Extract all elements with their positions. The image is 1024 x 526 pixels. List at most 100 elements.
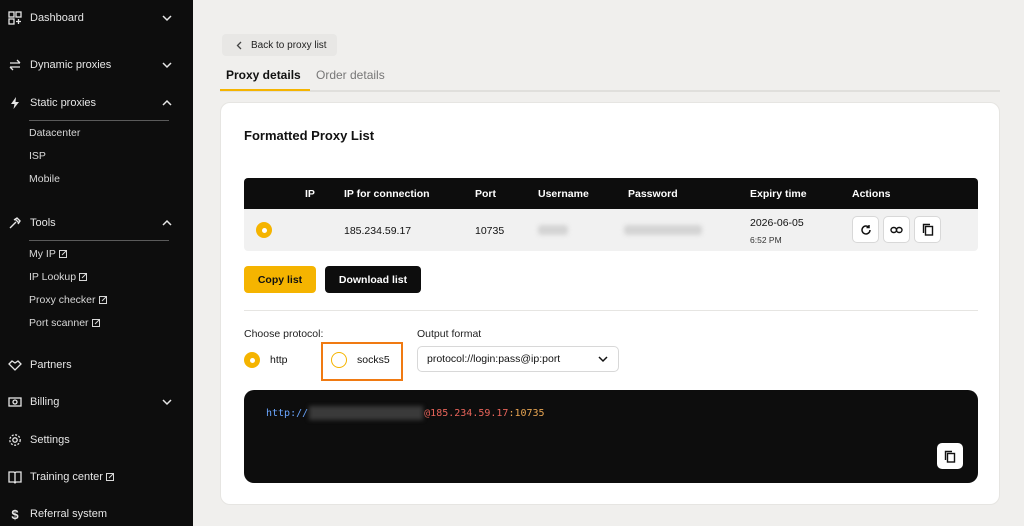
sidebar-item-label: Billing: [30, 396, 60, 408]
column-header: Port: [475, 188, 496, 200]
tabs: Proxy details Order details: [220, 62, 1000, 92]
download-list-button[interactable]: Download list: [325, 266, 421, 293]
active-tab-indicator: [220, 89, 310, 91]
sidebar-item-billing[interactable]: Billing: [0, 390, 193, 414]
gear-icon: [7, 432, 23, 448]
sidebar-item-training-center[interactable]: Training center: [0, 465, 193, 489]
hammer-icon: [7, 215, 23, 231]
refresh-icon: [860, 224, 871, 235]
sidebar-sub-ip-lookup[interactable]: IP Lookup: [29, 268, 88, 286]
column-header: Password: [628, 188, 678, 200]
chevron-up-icon: [162, 99, 172, 106]
chevron-up-icon: [162, 219, 172, 226]
column-header: Username: [538, 188, 589, 200]
protocol-label: Choose protocol:: [244, 328, 324, 340]
protocol-socks5-radio[interactable]: socks5: [331, 352, 390, 368]
back-to-proxy-list-button[interactable]: Back to proxy list: [222, 34, 337, 56]
sidebar-item-label: Dashboard: [30, 12, 84, 24]
output-format-label: Output format: [417, 328, 482, 340]
external-link-icon: [91, 319, 100, 327]
sidebar-item-dynamic-proxies[interactable]: Dynamic proxies: [0, 53, 193, 77]
expiry-time-cell: 6:52 PM: [750, 235, 782, 245]
swap-arrows-icon: [7, 57, 23, 73]
external-link-icon: [105, 473, 114, 481]
sidebar-sub-label: IP Lookup: [29, 271, 77, 283]
sidebar-item-partners[interactable]: Partners: [0, 353, 193, 377]
column-header: IP for connection: [344, 188, 430, 200]
sidebar-item-label: Static proxies: [30, 97, 97, 109]
copy-output-button[interactable]: [937, 443, 963, 469]
sidebar: Dashboard Dynamic proxies Static proxies…: [0, 0, 193, 526]
output-format-value: protocol://login:pass@ip:port: [427, 353, 561, 365]
dollar-icon: $: [11, 506, 19, 522]
chevron-down-icon: [598, 356, 608, 363]
copy-icon: [922, 223, 933, 236]
output-format-select[interactable]: protocol://login:pass@ip:port: [417, 346, 619, 372]
code-line: http:// @185.234.59.17 :10735: [266, 406, 545, 420]
copy-list-button[interactable]: Copy list: [244, 266, 316, 293]
sidebar-item-label: Tools: [30, 217, 56, 229]
sidebar-sub-proxy-checker[interactable]: Proxy checker: [29, 291, 107, 309]
external-link-icon: [58, 250, 67, 258]
protocol-label-socks5: socks5: [357, 354, 390, 366]
dashboard-icon: [7, 10, 23, 26]
copy-row-button[interactable]: [914, 216, 941, 243]
sidebar-item-static-proxies[interactable]: Static proxies: [0, 91, 193, 115]
credentials-redacted: [309, 406, 424, 420]
card-title: Formatted Proxy List: [244, 128, 375, 143]
refresh-button[interactable]: [852, 216, 879, 243]
back-label: Back to proxy list: [251, 39, 327, 51]
sidebar-sub-datacenter[interactable]: Datacenter: [29, 124, 80, 142]
external-link-icon: [98, 296, 107, 304]
expiry-date-cell: 2026-06-05: [750, 217, 804, 229]
row-select-radio[interactable]: [256, 222, 272, 238]
protocol-http-radio[interactable]: http: [244, 352, 288, 368]
sidebar-item-label: Settings: [30, 434, 70, 446]
sidebar-item-referral-system[interactable]: $ Referral system: [0, 502, 193, 526]
sidebar-sub-mobile[interactable]: Mobile: [29, 170, 60, 188]
link-button[interactable]: [883, 216, 910, 243]
radio-selected-icon: [244, 352, 260, 368]
sidebar-item-label: Partners: [30, 359, 72, 371]
password-redacted: [624, 225, 702, 235]
sidebar-item-settings[interactable]: Settings: [0, 428, 193, 452]
table-row: 185.234.59.17 10735 2026-06-05 6:52 PM: [244, 209, 978, 251]
tab-order-details[interactable]: Order details: [316, 68, 385, 82]
column-header: IP: [305, 188, 315, 200]
tab-proxy-details[interactable]: Proxy details: [226, 68, 301, 82]
sidebar-divider: [29, 120, 169, 121]
protocol-label-http: http: [270, 354, 288, 366]
username-redacted: [538, 225, 568, 235]
billing-icon: [7, 394, 23, 410]
proxy-card: Formatted Proxy List IP IP for connectio…: [220, 102, 1000, 505]
sidebar-sub-my-ip[interactable]: My IP: [29, 245, 67, 263]
code-host: @185.234.59.17: [424, 407, 509, 419]
chevron-down-icon: [162, 62, 172, 69]
chevron-left-icon: [236, 41, 242, 49]
chevron-down-icon: [162, 399, 172, 406]
sidebar-sub-label: My IP: [29, 248, 56, 260]
sidebar-item-tools[interactable]: Tools: [0, 211, 193, 235]
sidebar-divider: [29, 240, 169, 241]
sidebar-sub-label: ISP: [29, 150, 46, 162]
chevron-down-icon: [162, 15, 172, 22]
sidebar-sub-isp[interactable]: ISP: [29, 147, 46, 165]
book-icon: [7, 469, 23, 485]
formatted-output-box: http:// @185.234.59.17 :10735: [244, 390, 978, 483]
sidebar-item-label: Referral system: [30, 508, 108, 520]
sidebar-item-label: Training center: [30, 471, 103, 483]
external-link-icon: [79, 273, 88, 281]
code-port: :10735: [508, 407, 545, 419]
sidebar-sub-port-scanner[interactable]: Port scanner: [29, 314, 100, 332]
port-cell: 10735: [475, 225, 505, 237]
column-header: Actions: [852, 188, 891, 200]
sidebar-item-dashboard[interactable]: Dashboard: [0, 6, 193, 30]
sidebar-sub-label: Port scanner: [29, 317, 89, 329]
lightning-icon: [7, 95, 23, 111]
code-scheme: http://: [266, 407, 309, 419]
radio-unselected-icon: [331, 352, 347, 368]
proxy-table: IP IP for connection Port Username Passw…: [244, 178, 978, 251]
sidebar-sub-label: Datacenter: [29, 127, 81, 139]
table-header: IP IP for connection Port Username Passw…: [244, 178, 978, 209]
sidebar-sub-label: Proxy checker: [29, 294, 96, 306]
